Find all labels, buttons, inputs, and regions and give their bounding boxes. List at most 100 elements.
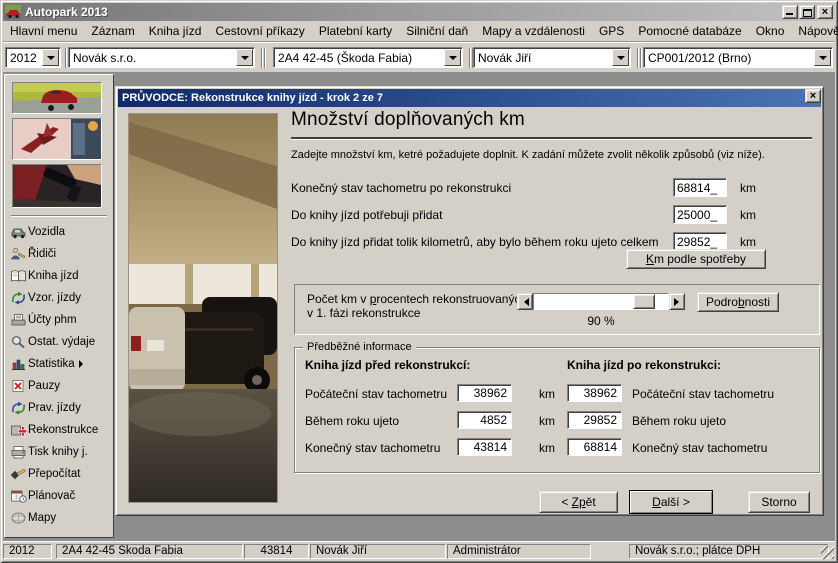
pause-cross-icon bbox=[9, 379, 28, 393]
slider-left-button[interactable] bbox=[517, 293, 533, 310]
status-company: Novák s.r.o.; plátce DPH bbox=[629, 544, 829, 559]
driver-combobox[interactable]: Novák Jiří bbox=[473, 47, 631, 68]
row-final-unit: km bbox=[539, 441, 555, 455]
menu-item-kniha-jizd[interactable]: Kniha jízd bbox=[142, 21, 209, 41]
km-to-add-label: Do knihy jízd potřebuji přidat bbox=[291, 208, 442, 222]
driver-combobox-dropdown-button[interactable] bbox=[612, 49, 629, 66]
next-button[interactable]: Další > bbox=[629, 490, 713, 514]
sidebar-item-prepocitat[interactable]: Přepočítat bbox=[9, 463, 112, 485]
details-button[interactable]: Podrobnosti bbox=[697, 292, 779, 312]
after-header: Kniha jízd po rekonstrukci: bbox=[567, 358, 721, 372]
minimize-button[interactable] bbox=[782, 5, 798, 19]
back-button[interactable]: < Zpět bbox=[539, 491, 618, 513]
menu-item-cestovni-prikazy[interactable]: Cestovní příkazy bbox=[208, 21, 311, 41]
sidebar-item-ridici[interactable]: Řidiči bbox=[9, 243, 112, 265]
sidebar-item-kniha-jizd[interactable]: Kniha jízd bbox=[9, 265, 112, 287]
km-by-consumption-button[interactable]: Km podle spotřeby bbox=[626, 249, 766, 269]
row-final-label-after: Konečný stav tachometru bbox=[632, 441, 767, 455]
menu-item-pomocne-databaze[interactable]: Pomocné databáze bbox=[631, 21, 748, 41]
menu-item-platebni-karty[interactable]: Platební karty bbox=[312, 21, 399, 41]
wizard-photo bbox=[128, 113, 278, 503]
maximize-button[interactable] bbox=[799, 5, 815, 19]
status-year: 2012 bbox=[3, 544, 52, 559]
km-to-add-input[interactable] bbox=[673, 205, 727, 224]
km-to-add-unit: km bbox=[740, 208, 756, 222]
sidebar-item-pauzy[interactable]: Pauzy bbox=[9, 375, 112, 397]
status-bar: 2012 2A4 42-45 Škoda Fabia 43814 Novák J… bbox=[3, 541, 835, 560]
sidebar-item-prav-jizdy[interactable]: Prav. jízdy bbox=[9, 397, 112, 419]
app-icon bbox=[5, 5, 21, 19]
trip-order-combobox-dropdown-button[interactable] bbox=[814, 49, 831, 66]
sidebar-nav: Vozidla Řidiči Kniha jízd Vzor. jízdy Úč… bbox=[9, 221, 112, 529]
chevron-down-icon bbox=[241, 56, 249, 64]
row-start-label-before: Počáteční stav tachometru bbox=[305, 387, 447, 401]
driver-icon bbox=[9, 247, 28, 261]
status-user: Administrátor bbox=[447, 544, 591, 559]
close-icon: × bbox=[806, 90, 820, 102]
resize-grip[interactable] bbox=[821, 546, 834, 559]
final-odometer-input[interactable] bbox=[673, 178, 727, 197]
heading-rule bbox=[291, 137, 812, 139]
slider-thumb[interactable] bbox=[633, 294, 655, 309]
submenu-arrow-icon bbox=[79, 360, 83, 368]
row-start-unit: km bbox=[539, 387, 555, 401]
client-area: Vozidla Řidiči Kniha jízd Vzor. jízdy Úč… bbox=[3, 72, 835, 541]
wizard-dialog: PRŮVODCE: Rekonstrukce knihy jízd - krok… bbox=[115, 86, 824, 516]
sidebar-item-vzor-jizdy[interactable]: Vzor. jízdy bbox=[9, 287, 112, 309]
menu-item-zaznam[interactable]: Záznam bbox=[84, 21, 141, 41]
globe-map-icon bbox=[9, 511, 28, 525]
slider-track[interactable] bbox=[533, 293, 669, 310]
wizard-title-bar: PRŮVODCE: Rekonstrukce knihy jízd - krok… bbox=[118, 89, 821, 107]
vehicle-combobox[interactable]: 2A4 42-45 (Škoda Fabia) bbox=[273, 47, 463, 68]
year-combobox[interactable]: 2012 bbox=[5, 47, 61, 68]
company-combobox-value: Novák s.r.o. bbox=[73, 51, 235, 65]
chevron-down-icon bbox=[449, 56, 457, 64]
sidebar-item-statistika[interactable]: Statistika bbox=[9, 353, 112, 375]
percent-panel: Počet km v procentech rekonstruovaných v… bbox=[294, 284, 820, 335]
slider-right-button[interactable] bbox=[669, 293, 685, 310]
app-window: Autopark 2013 × Hlavní menu Záznam Kniha… bbox=[0, 0, 838, 563]
year-combobox-dropdown-button[interactable] bbox=[42, 49, 59, 66]
year-combobox-value: 2012 bbox=[10, 51, 41, 65]
trip-order-combobox[interactable]: CP001/2012 (Brno) bbox=[643, 47, 833, 68]
route-arrows-icon bbox=[9, 291, 28, 305]
row-driven-label-after: Během roku ujeto bbox=[632, 414, 726, 428]
percent-slider[interactable] bbox=[517, 293, 685, 310]
arrow-right-icon bbox=[674, 298, 683, 306]
car-icon bbox=[9, 225, 28, 239]
company-combobox[interactable]: Novák s.r.o. bbox=[68, 47, 255, 68]
vehicle-combobox-value: 2A4 42-45 (Škoda Fabia) bbox=[278, 51, 443, 65]
company-combobox-dropdown-button[interactable] bbox=[236, 49, 253, 66]
reconstruction-cross-icon bbox=[9, 423, 28, 437]
menu-item-silnicni-dan[interactable]: Silniční daň bbox=[399, 21, 475, 41]
sidebar-item-ucty-phm[interactable]: Účty phm bbox=[9, 309, 112, 331]
fuel-photo-thumbnail bbox=[12, 164, 102, 208]
bar-chart-icon bbox=[9, 357, 28, 371]
row-driven-label-before: Během roku ujeto bbox=[305, 414, 399, 428]
menu-item-hlavni-menu[interactable]: Hlavní menu bbox=[3, 21, 84, 41]
vehicle-combobox-dropdown-button[interactable] bbox=[444, 49, 461, 66]
sidebar-item-rekonstrukce[interactable]: Rekonstrukce bbox=[9, 419, 112, 441]
sidebar-item-vozidla[interactable]: Vozidla bbox=[9, 221, 112, 243]
magnifier-expenses-icon bbox=[9, 335, 28, 349]
trip-order-combobox-value: CP001/2012 (Brno) bbox=[648, 51, 813, 65]
sidebar-divider bbox=[11, 215, 107, 217]
sidebar-item-mapy[interactable]: Mapy bbox=[9, 507, 112, 529]
wizard-heading: Množství doplňovaných km bbox=[291, 109, 525, 131]
plane-photo-thumbnail bbox=[12, 118, 102, 160]
percent-value: 90 % bbox=[517, 314, 685, 328]
sidebar-item-ostat-vydaje[interactable]: Ostat. výdaje bbox=[9, 331, 112, 353]
wizard-close-button[interactable]: × bbox=[805, 89, 821, 103]
menu-item-okno[interactable]: Okno bbox=[749, 21, 792, 41]
row-final-after-value: 68814 bbox=[567, 438, 622, 456]
status-driver: Novák Jiří bbox=[310, 544, 446, 559]
cancel-button[interactable]: Storno bbox=[748, 491, 810, 513]
menu-item-mapy-a-vzdalenosti[interactable]: Mapy a vzdálenosti bbox=[475, 21, 592, 41]
menu-item-gps[interactable]: GPS bbox=[592, 21, 631, 41]
logbook-icon bbox=[9, 269, 28, 283]
sidebar-item-planovac[interactable]: Plánovač bbox=[9, 485, 112, 507]
menu-item-napoveda[interactable]: Nápověda bbox=[791, 21, 838, 41]
close-button[interactable]: × bbox=[817, 5, 833, 19]
sidebar-item-tisk-knihy[interactable]: Tisk knihy j. bbox=[9, 441, 112, 463]
row-start-after-value: 38962 bbox=[567, 384, 622, 402]
